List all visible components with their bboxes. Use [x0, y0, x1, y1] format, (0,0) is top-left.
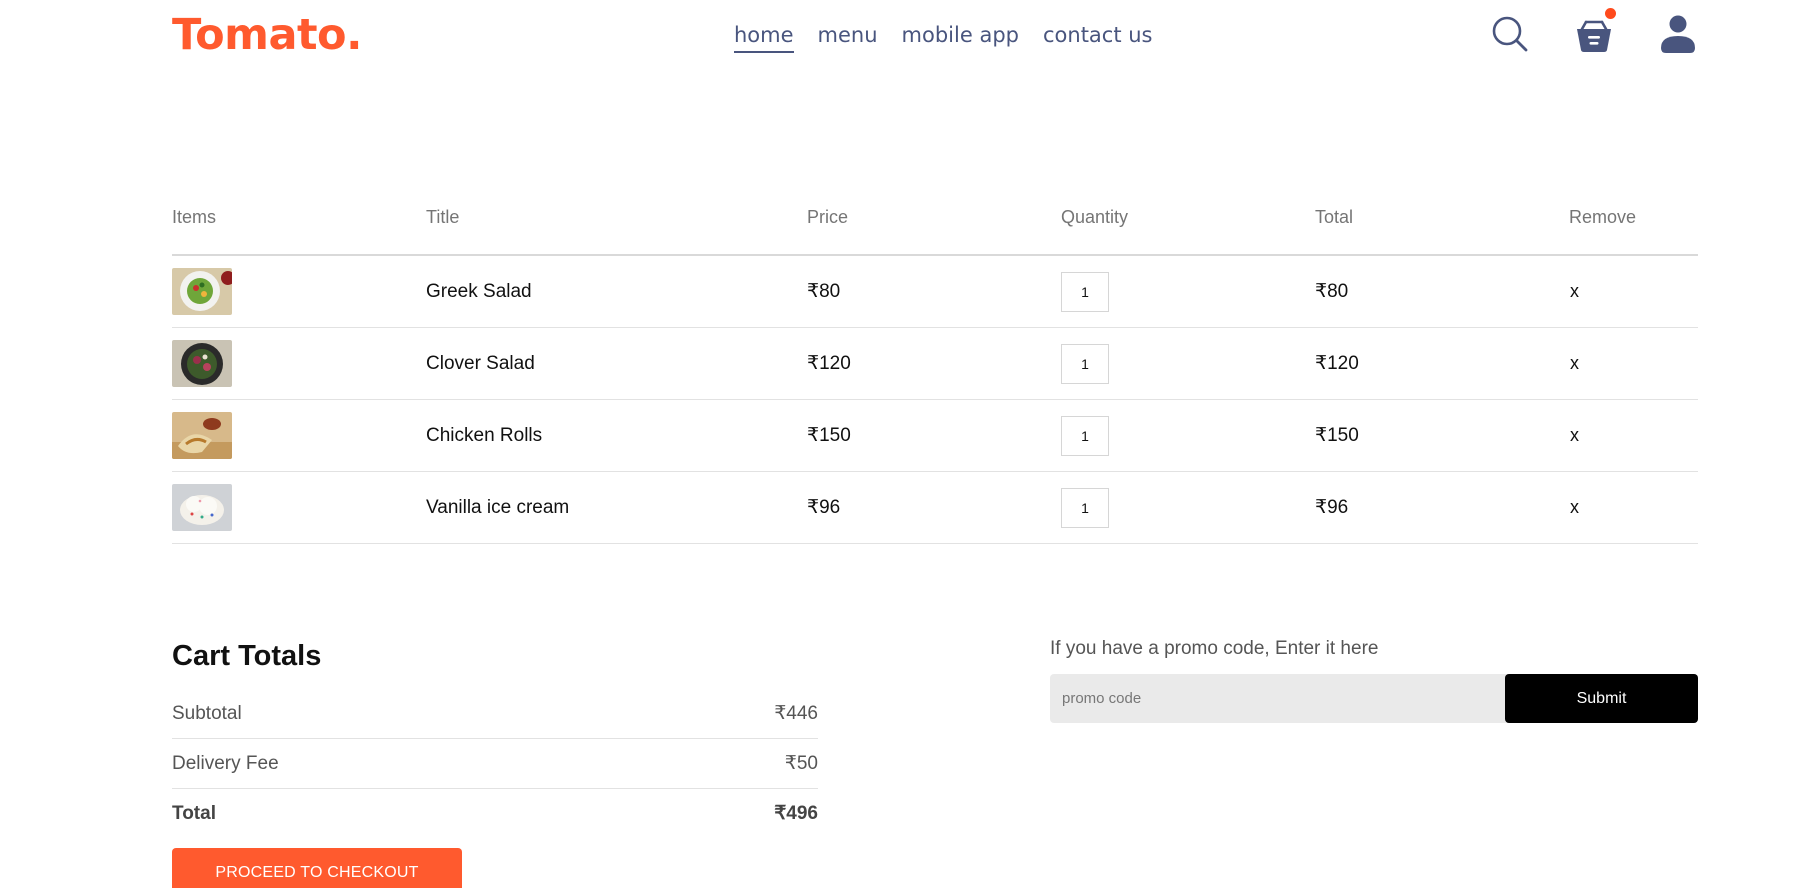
- delivery-fee-row: Delivery Fee ₹50: [172, 739, 818, 788]
- chicken-rolls-image: [172, 412, 232, 459]
- item-price: ₹96: [807, 497, 841, 518]
- remove-button[interactable]: x: [1569, 353, 1698, 374]
- clover-salad-image: [172, 340, 232, 387]
- item-total: ₹150: [1315, 425, 1359, 446]
- table-row: Clover Salad ₹120 1 ₹120 x: [172, 328, 1698, 400]
- vanilla-ice-cream-image: [172, 484, 232, 531]
- table-row: Greek Salad ₹80 1 ₹80 x: [172, 256, 1698, 328]
- remove-button[interactable]: x: [1569, 281, 1698, 302]
- item-total: ₹80: [1315, 281, 1349, 302]
- delivery-fee-label: Delivery Fee: [172, 752, 279, 774]
- quantity-box[interactable]: 1: [1061, 343, 1109, 384]
- promo-section: If you have a promo code, Enter it here …: [1050, 638, 1698, 723]
- table-row: Vanilla ice cream ₹96 1 ₹96 x: [172, 472, 1698, 544]
- promo-prompt: If you have a promo code, Enter it here: [1050, 638, 1379, 659]
- greek-salad-image: [172, 268, 232, 315]
- cart-table-header: Items Title Price Quantity Total Remove: [172, 200, 1698, 234]
- cart-totals: Cart Totals Subtotal ₹446 Delivery Fee ₹…: [172, 640, 818, 888]
- promo-submit-button[interactable]: Submit: [1505, 674, 1698, 723]
- profile-icon[interactable]: [1658, 14, 1698, 54]
- item-price: ₹120: [807, 353, 851, 374]
- total-row: Total ₹496: [172, 789, 818, 838]
- item-total: ₹120: [1315, 353, 1359, 374]
- item-price: ₹150: [807, 425, 851, 446]
- header-title: Title: [426, 206, 460, 227]
- header-remove: Remove: [1569, 206, 1637, 227]
- item-price: ₹80: [807, 281, 841, 302]
- cart-table: Items Title Price Quantity Total Remove …: [172, 200, 1698, 544]
- item-total: ₹96: [1315, 497, 1349, 518]
- quantity-box[interactable]: 1: [1061, 415, 1109, 456]
- header-quantity: Quantity: [1061, 206, 1129, 227]
- quantity-box[interactable]: 1: [1061, 487, 1109, 528]
- quantity-box[interactable]: 1: [1061, 271, 1109, 312]
- subtotal-value: ₹446: [774, 703, 818, 724]
- cart-notification-dot: [1605, 8, 1616, 19]
- item-title: Chicken Rolls: [426, 424, 543, 446]
- subtotal-label: Subtotal: [172, 702, 242, 724]
- nav-link-mobile-app[interactable]: mobile app: [902, 23, 1019, 53]
- nav-link-contact-us[interactable]: contact us: [1043, 23, 1153, 53]
- navbar: Tomato. home menu mobile app contact us: [172, 0, 1698, 76]
- nav-link-home[interactable]: home: [734, 23, 794, 53]
- basket-icon[interactable]: [1574, 8, 1616, 54]
- promo-code-input[interactable]: [1050, 674, 1505, 723]
- remove-button[interactable]: x: [1569, 425, 1698, 446]
- header-price: Price: [807, 206, 849, 227]
- delivery-fee-value: ₹50: [784, 753, 818, 774]
- remove-button[interactable]: x: [1569, 497, 1698, 518]
- item-title: Vanilla ice cream: [426, 496, 570, 518]
- subtotal-row: Subtotal ₹446: [172, 689, 818, 738]
- promo-box: Submit: [1050, 674, 1698, 723]
- nav-icons: [1490, 8, 1698, 54]
- header-total: Total: [1315, 206, 1354, 227]
- search-icon[interactable]: [1490, 14, 1530, 54]
- nav-link-menu[interactable]: menu: [818, 23, 878, 53]
- item-title: Greek Salad: [426, 280, 532, 302]
- header-items: Items: [172, 206, 217, 227]
- item-title: Clover Salad: [426, 352, 535, 374]
- nav-links: home menu mobile app contact us: [734, 23, 1153, 53]
- cart-totals-title: Cart Totals: [172, 640, 322, 672]
- total-label: Total: [172, 802, 216, 824]
- table-row: Chicken Rolls ₹150 1 ₹150 x: [172, 400, 1698, 472]
- proceed-to-checkout-button[interactable]: PROCEED TO CHECKOUT: [172, 848, 462, 888]
- logo[interactable]: Tomato.: [172, 10, 362, 60]
- total-value: ₹496: [774, 803, 818, 824]
